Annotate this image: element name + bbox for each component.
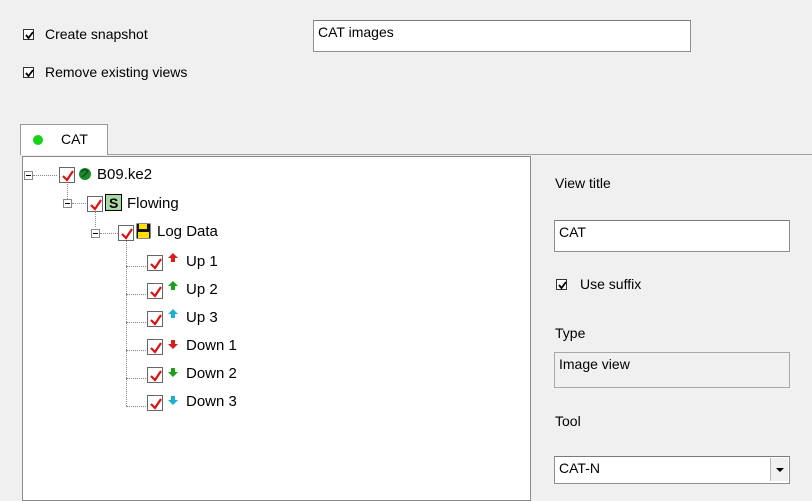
tree-item-label[interactable]: Up 2 — [186, 281, 218, 298]
tree-checkbox-root[interactable] — [59, 167, 75, 183]
tree-item-label[interactable]: Up 3 — [186, 309, 218, 326]
tree-node-log-data[interactable]: Log Data — [157, 223, 218, 240]
type-field: Image view — [554, 352, 790, 388]
tree-checkbox-item[interactable] — [147, 367, 163, 383]
collapse-toggle[interactable] — [63, 199, 72, 208]
tree-node-root[interactable]: B09.ke2 — [97, 166, 152, 183]
tree-connector — [72, 203, 86, 205]
tab-divider — [108, 154, 812, 155]
tree-checkbox-item[interactable] — [147, 311, 163, 327]
tree-node-flowing[interactable]: Flowing — [127, 195, 179, 212]
status-dot-icon — [33, 135, 43, 145]
arrow-up-red-icon — [168, 253, 178, 262]
tool-select[interactable]: CAT-N — [554, 456, 790, 484]
red-check-icon — [150, 258, 162, 270]
tree-connector — [126, 322, 146, 324]
red-check-icon — [150, 370, 162, 382]
globe-icon — [79, 168, 91, 180]
tree-checkbox-flowing[interactable] — [87, 196, 103, 212]
views-tree[interactable]: B09.ke2 S Flowing Log Data Up 1 Up 2 Up … — [22, 156, 531, 501]
arrow-up-green-icon — [168, 281, 178, 290]
chevron-down-icon[interactable] — [770, 458, 788, 481]
check-icon — [558, 281, 567, 290]
tree-checkbox-item[interactable] — [147, 339, 163, 355]
tree-connector — [100, 233, 118, 235]
view-title-label: View title — [555, 175, 611, 191]
red-check-icon — [150, 398, 162, 410]
snapshot-name-input[interactable]: CAT images — [313, 20, 691, 52]
remove-existing-views-checkbox[interactable] — [23, 67, 34, 78]
create-snapshot-label: Create snapshot — [45, 26, 148, 42]
tree-connector — [126, 350, 146, 352]
tree-item-label[interactable]: Down 3 — [186, 393, 237, 410]
arrow-down-red-icon — [168, 340, 178, 349]
remove-existing-views-label: Remove existing views — [45, 64, 188, 80]
collapse-toggle[interactable] — [91, 229, 100, 238]
arrow-down-green-icon — [168, 368, 178, 377]
view-title-input[interactable]: CAT — [554, 220, 790, 252]
floppy-disk-icon — [136, 223, 151, 239]
tree-item-label[interactable]: Down 1 — [186, 337, 237, 354]
use-suffix-checkbox[interactable] — [556, 279, 567, 290]
arrow-up-cyan-icon — [168, 309, 178, 318]
collapse-toggle[interactable] — [24, 171, 33, 180]
check-icon — [25, 31, 34, 40]
tool-label: Tool — [555, 413, 581, 429]
tree-connector — [126, 294, 146, 296]
check-icon — [25, 69, 34, 78]
tree-item-label[interactable]: Up 1 — [186, 253, 218, 270]
svg-text:S: S — [109, 195, 118, 211]
type-label: Type — [555, 325, 586, 341]
tree-checkbox-item[interactable] — [147, 283, 163, 299]
tree-connector — [126, 406, 146, 408]
tree-connector — [126, 266, 146, 268]
s-box-icon: S — [105, 194, 122, 211]
tree-connector — [126, 378, 146, 380]
tab-cat[interactable]: CAT — [20, 124, 108, 155]
tree-checkbox-item[interactable] — [147, 395, 163, 411]
tree-checkbox-log-data[interactable] — [118, 225, 134, 241]
red-check-icon — [150, 314, 162, 326]
red-check-icon — [90, 199, 102, 211]
red-check-icon — [150, 342, 162, 354]
tool-select-value: CAT-N — [559, 460, 600, 476]
tree-connector — [33, 175, 57, 177]
tree-checkbox-item[interactable] — [147, 255, 163, 271]
tab-cat-label: CAT — [61, 131, 88, 147]
red-check-icon — [121, 228, 133, 240]
red-check-icon — [62, 170, 74, 182]
arrow-down-cyan-icon — [168, 396, 178, 405]
tree-item-label[interactable]: Down 2 — [186, 365, 237, 382]
create-snapshot-checkbox[interactable] — [23, 29, 34, 40]
use-suffix-label: Use suffix — [580, 276, 642, 292]
red-check-icon — [150, 286, 162, 298]
